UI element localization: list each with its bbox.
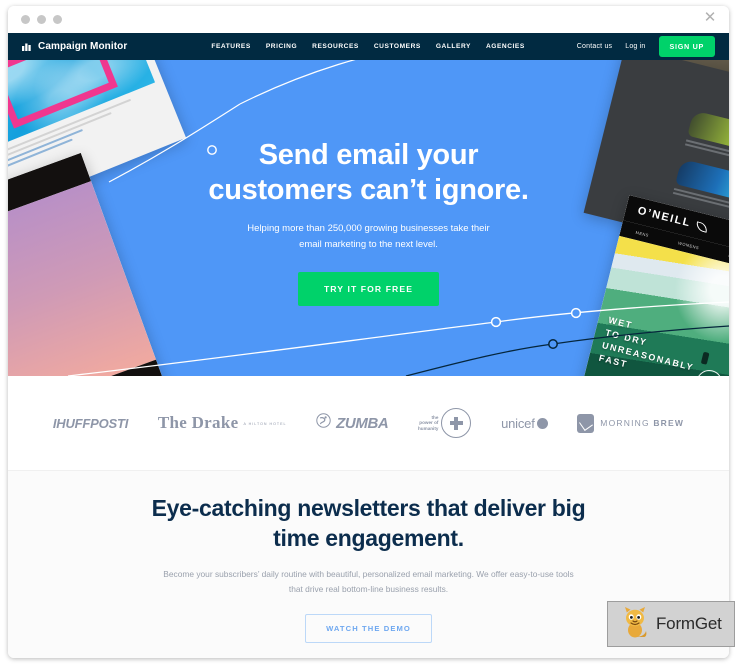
nav-item-features[interactable]: FEATURES xyxy=(211,43,250,50)
logo-huffpost-text: IHUFFPOSTI xyxy=(52,415,129,431)
logo-red-cross-tagline: the power of humanity xyxy=(418,415,438,432)
cross-icon xyxy=(449,416,463,430)
hero-headline: Send email your customers can’t ignore. xyxy=(8,138,729,208)
window-dot-maximize[interactable] xyxy=(53,15,62,24)
section-heading: Eye-catching newsletters that deliver bi… xyxy=(8,493,729,553)
brand-logo[interactable]: Campaign Monitor xyxy=(22,38,127,56)
section-heading-line1: Eye-catching newsletters that deliver bi… xyxy=(151,495,586,521)
window-dot-minimize[interactable] xyxy=(37,15,46,24)
site-navbar: Campaign Monitor FEATURES PRICING RESOUR… xyxy=(8,33,729,60)
browser-window: ✕ Campaign Monitor FEATURES PRICING RESO… xyxy=(8,6,729,658)
coffee-cup-icon xyxy=(577,413,595,433)
window-titlebar: ✕ xyxy=(8,6,729,33)
window-dot-close[interactable] xyxy=(21,15,30,24)
try-it-for-free-button[interactable]: TRY IT FOR FREE xyxy=(297,272,440,306)
nav-item-gallery[interactable]: GALLERY xyxy=(436,43,471,50)
logo-the-drake: The Drake A HILTON HOTEL xyxy=(158,413,287,433)
hero-section: UME • O’NEILL MENS xyxy=(8,60,729,376)
logo-unicef-text: unicef xyxy=(501,415,535,431)
window-dots xyxy=(21,15,62,24)
red-cross-tagline-2: power of xyxy=(419,420,439,426)
close-icon[interactable]: ✕ xyxy=(701,9,719,27)
nav-item-resources[interactable]: RESOURCES xyxy=(312,43,359,50)
nav-item-pricing[interactable]: PRICING xyxy=(266,43,297,50)
zumba-swirl-icon xyxy=(316,413,331,433)
logo-the-drake-text: The Drake xyxy=(157,413,239,432)
sign-up-button[interactable]: SIGN UP xyxy=(658,36,715,57)
chart-bar-icon xyxy=(22,38,33,56)
hero-subheadline: Helping more than 250,000 growing busine… xyxy=(8,221,729,253)
globe-icon xyxy=(536,417,548,429)
hero-sub-line1: Helping more than 250,000 growing busine… xyxy=(247,223,490,234)
formget-label: FormGet xyxy=(656,614,722,633)
section-body: Become your subscribers’ daily routine w… xyxy=(159,567,579,597)
logo-australian-red-cross: the power of humanity xyxy=(418,408,472,438)
morning-brew-bold: BREW xyxy=(653,418,685,428)
logo-unicef: unicef xyxy=(501,416,548,431)
watch-the-demo-button[interactable]: WATCH THE DEMO xyxy=(305,614,432,643)
red-cross-tagline-3: humanity xyxy=(418,425,439,431)
logo-zumba-text: ZUMBA xyxy=(336,414,389,432)
secondary-nav: Contact us Log in SIGN UP xyxy=(577,36,715,57)
contact-us-link[interactable]: Contact us xyxy=(577,43,612,50)
nav-item-agencies[interactable]: AGENCIES xyxy=(486,43,525,50)
formget-badge[interactable]: FormGet xyxy=(607,601,735,647)
section-heading-line2: time engagement. xyxy=(273,525,464,551)
brand-name: Campaign Monitor xyxy=(38,41,128,52)
hero-headline-line2: customers can’t ignore. xyxy=(208,174,529,206)
primary-nav: FEATURES PRICING RESOURCES CUSTOMERS GAL… xyxy=(211,43,524,50)
login-link[interactable]: Log in xyxy=(625,43,645,50)
nav-item-customers[interactable]: CUSTOMERS xyxy=(374,43,421,50)
logo-the-drake-sub: A HILTON HOTEL xyxy=(243,422,287,426)
hero-copy: Send email your customers can’t ignore. … xyxy=(8,60,729,306)
surfer-figure xyxy=(700,351,710,365)
hero-sub-line2: email marketing to the next level. xyxy=(299,239,438,250)
logo-huffpost: IHUFFPOSTI xyxy=(53,416,128,431)
cat-mascot-icon xyxy=(620,606,650,643)
logo-zumba: ZUMBA xyxy=(316,413,389,433)
red-cross-emblem-icon xyxy=(441,408,472,438)
hero-headline-line1: Send email your xyxy=(258,139,479,171)
logo-morning-brew: MORNING BREW xyxy=(577,413,684,433)
client-logo-strip: IHUFFPOSTI The Drake A HILTON HOTEL ZUMB… xyxy=(8,376,729,470)
section-body-line1: Become your subscribers’ daily routine w… xyxy=(163,569,554,579)
morning-brew-light: MORNING xyxy=(600,418,654,428)
logo-morning-brew-text: MORNING BREW xyxy=(600,418,684,428)
